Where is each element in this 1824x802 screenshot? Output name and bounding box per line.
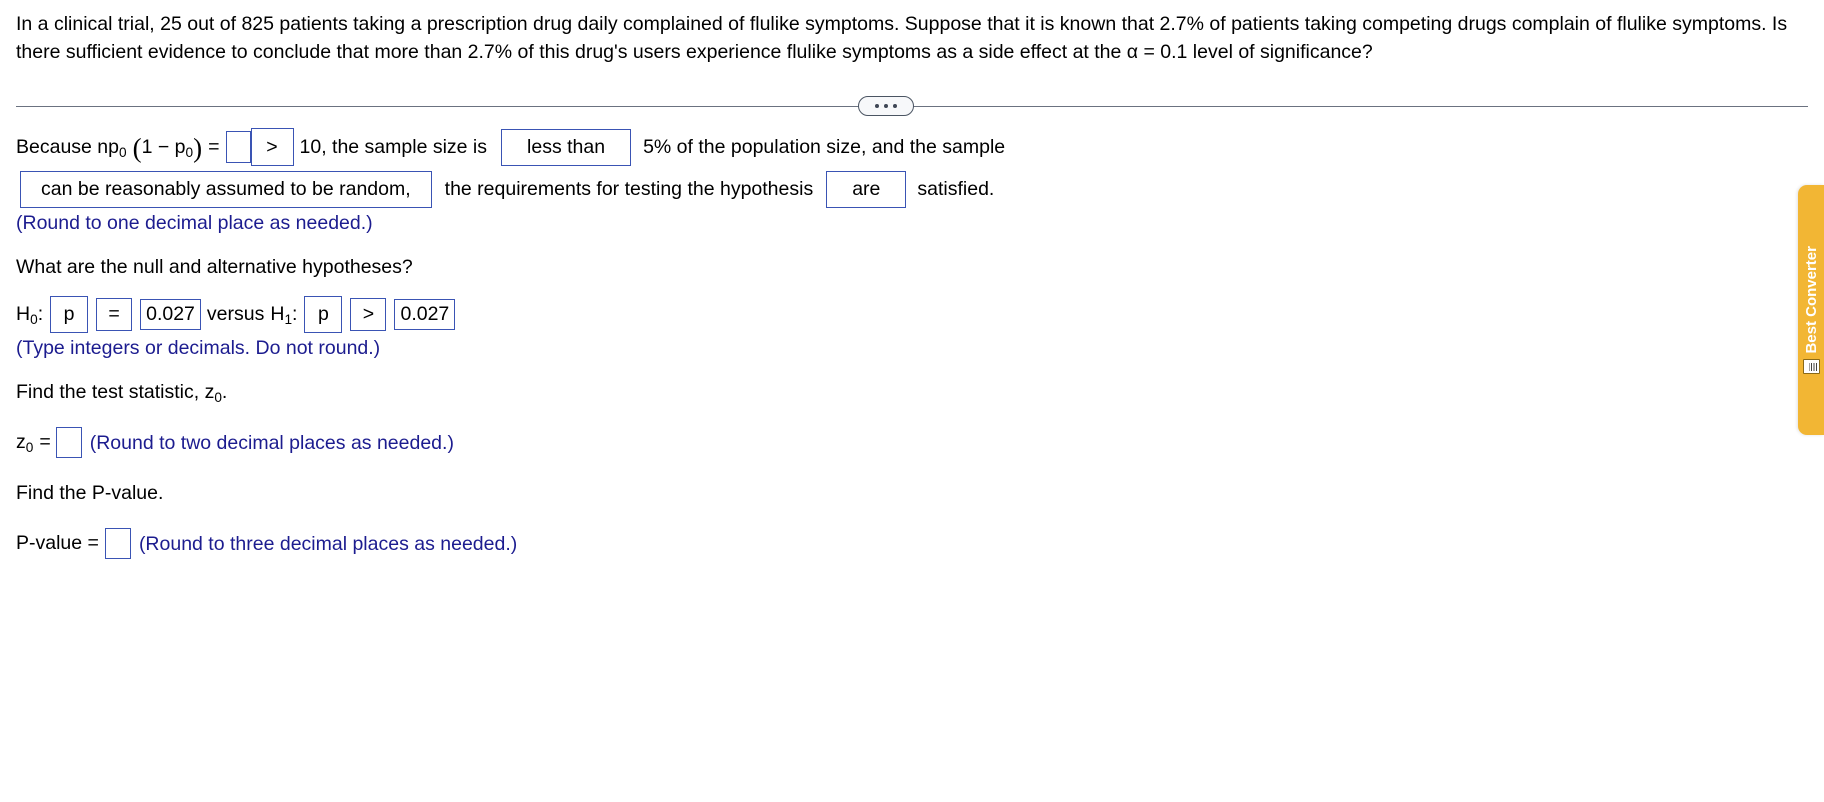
p-value-hint: (Round to three decimal places as needed… <box>138 532 518 555</box>
h0-subscript: 0 <box>30 311 38 327</box>
threshold-text: 10, the sample size is <box>299 135 488 158</box>
sample-size-choice-select[interactable]: less than <box>501 128 632 166</box>
ellipsis-dot-1-icon <box>875 104 879 108</box>
best-converter-side-tab[interactable]: Best Converter <box>1798 185 1824 435</box>
satisfied-text: satisfied. <box>917 178 995 200</box>
scanner-icon <box>1802 359 1820 375</box>
problem-statement: In a clinical trial, 25 out of 825 patie… <box>0 0 1822 66</box>
versus-text: versus <box>206 303 265 325</box>
h1-parameter-select[interactable]: p <box>304 296 343 333</box>
z0-value-input[interactable] <box>55 427 82 458</box>
paren-close: ) <box>193 132 203 163</box>
requirements-line-2: can be reasonably assumed to be random, … <box>16 171 1808 208</box>
paren-open: ( <box>132 132 142 163</box>
p-value-label: P-value = <box>16 532 99 554</box>
requirements-hint: (Round to one decimal place as needed.) <box>16 212 373 234</box>
test-statistic-hint: (Round to two decimal places as needed.) <box>89 431 454 454</box>
p-value-line: P-value = (Round to three decimal places… <box>16 528 1808 559</box>
h0-operator-select[interactable]: = <box>96 298 133 331</box>
ellipsis-dot-3-icon <box>893 104 897 108</box>
answer-area: Because np0 ( 1 − p0 ) = > 10, the sampl… <box>0 128 1824 559</box>
problem-statement-text: In a clinical trial, 25 out of 825 patie… <box>16 13 1788 63</box>
np-value-input[interactable] <box>225 131 251 163</box>
comparison-operator-select[interactable]: > <box>250 128 294 166</box>
best-converter-label: Best Converter <box>1802 245 1820 354</box>
hypotheses-line: H0: p = 0.027 versus H1: p > 0.027 <box>16 296 1808 333</box>
h1-label: H1: <box>270 303 298 327</box>
z0-subscript: 0 <box>25 439 34 455</box>
z0-label: z0 <box>16 431 34 455</box>
one-minus-p: 1 − p0 <box>141 135 194 160</box>
z0-prompt-subscript: 0 <box>214 389 222 405</box>
test-statistic-line: z0 = (Round to two decimal places as nee… <box>16 427 1808 458</box>
requirements-lead: Because np0 <box>16 135 127 160</box>
h0-label: H0: <box>16 303 44 327</box>
percent-text: 5% of the population size, and the sampl… <box>643 135 1006 158</box>
p-value-input[interactable] <box>104 528 131 559</box>
h1-operator-select[interactable]: > <box>350 298 387 331</box>
hypotheses-hint: (Type integers or decimals. Do not round… <box>16 337 381 359</box>
are-choice-select[interactable]: are <box>826 171 907 208</box>
h1-value-input[interactable]: 0.027 <box>394 299 456 330</box>
h0-parameter-select[interactable]: p <box>50 296 89 333</box>
test-statistic-prompt: Find the test statistic, z0. <box>16 381 228 405</box>
hypotheses-question: What are the null and alternative hypoth… <box>16 256 413 278</box>
h1-subscript: 1 <box>284 311 293 327</box>
requirements-line-1: Because np0 ( 1 − p0 ) = > 10, the sampl… <box>16 128 1808 166</box>
h0-value-input[interactable]: 0.027 <box>140 299 201 330</box>
section-divider <box>0 84 1824 128</box>
p-value-prompt: Find the P-value. <box>16 482 164 504</box>
np-subscript: 0 <box>119 144 127 160</box>
z0-equals: = <box>39 431 51 453</box>
p-subscript: 0 <box>185 144 194 160</box>
equals-sign: = <box>208 135 220 158</box>
randomness-choice-select[interactable]: can be reasonably assumed to be random, <box>20 171 432 208</box>
ellipsis-dot-2-icon <box>884 104 888 108</box>
expand-collapse-ellipsis-button[interactable] <box>858 96 914 116</box>
requirements-text: the requirements for testing the hypothe… <box>444 178 814 200</box>
